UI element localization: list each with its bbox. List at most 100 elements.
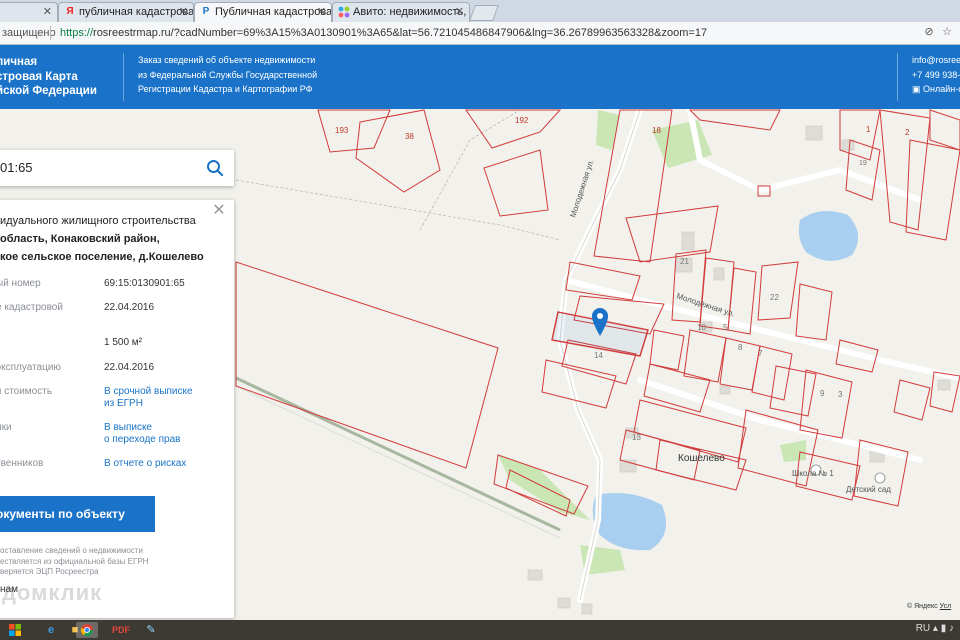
windows-taskbar: e ■ PDF ✎ RU ▴ ▮ ♪: [0, 620, 960, 640]
risk-report-link[interactable]: В отчете о рисках: [104, 458, 186, 470]
cadastral-parcel: [565, 261, 641, 301]
row-label: эксплуатацию: [0, 362, 61, 373]
object-address-line: кое сельское поселение, д.Кошелево: [0, 251, 204, 263]
pdf-icon: PDF: [112, 625, 130, 635]
map-label: 19: [859, 160, 867, 167]
browser-tab[interactable]: Авито: недвижимость, т ✕: [332, 2, 470, 22]
terms-link[interactable]: Усл: [940, 603, 952, 610]
row-value: 69:15:0130901:65: [104, 278, 185, 289]
map-building: [581, 603, 593, 615]
cadastral-search-box[interactable]: 01:65: [0, 150, 234, 186]
close-tab-icon[interactable]: ✕: [43, 3, 52, 21]
site-title[interactable]: личная стровая Карта йской Федерации: [0, 55, 97, 99]
egrn-extract-link[interactable]: В срочной выписке из ЕГРН: [104, 386, 193, 410]
close-tab-icon[interactable]: ✕: [179, 3, 188, 21]
row-label: е кадастровой: [0, 302, 63, 313]
map-label: 2: [905, 128, 910, 137]
browser-tab[interactable]: ✕: [0, 2, 58, 22]
map-label: 8: [738, 343, 743, 352]
browser-tab-active[interactable]: Р Публичная кадастрова ✕: [194, 2, 332, 22]
site-header: личная стровая Карта йской Федерации Зак…: [0, 45, 960, 109]
contact-online-label: Онлайн-о: [923, 84, 960, 94]
close-icon[interactable]: ✕: [212, 203, 226, 219]
contact-us-link[interactable]: нам: [0, 584, 18, 595]
pdf-taskbar-item[interactable]: PDF: [108, 622, 130, 638]
tab-title: Публичная кадастрова: [215, 6, 332, 18]
close-tab-icon[interactable]: ✕: [455, 3, 464, 21]
tab-title: Авито: недвижимость, т: [353, 6, 470, 18]
address-bar[interactable]: защищено https://rosreestrmap.ru/?cadNum…: [0, 22, 960, 45]
order-documents-button[interactable]: окументы по объекту: [0, 496, 155, 532]
contact-email[interactable]: info@rosrees: [912, 53, 960, 68]
map-label: 10: [697, 323, 706, 332]
close-tab-icon[interactable]: ✕: [317, 3, 326, 21]
map-label: 14: [594, 351, 603, 360]
paint-taskbar-item[interactable]: ✎: [140, 622, 162, 638]
map-label: 38: [405, 132, 414, 141]
rosreestr-icon: Р: [202, 6, 210, 17]
map-label: 22: [770, 293, 779, 302]
map-label: 18: [652, 126, 661, 135]
row-label: ики: [0, 422, 12, 433]
browser-tab[interactable]: Я публичная кадастровая ✕: [58, 2, 194, 22]
kindergarten-icon: [874, 472, 886, 484]
object-info-panel: ✕ идуального жилищного строительства обл…: [0, 200, 234, 618]
security-status[interactable]: защищено: [0, 22, 56, 44]
object-title: идуального жилищного строительства облас…: [0, 212, 204, 266]
poi-label: Школа № 1: [792, 469, 834, 478]
disclaimer-line: веряется ЭЦП Росреестра: [0, 567, 99, 576]
site-title-line: личная: [0, 56, 38, 68]
divider: [50, 26, 51, 40]
row-label: я стоимость: [0, 386, 53, 397]
map-label: 9: [820, 389, 825, 398]
row-value: 22.04.2016: [104, 302, 155, 313]
desc-line: Регистрации Кадастра и Картографии РФ: [138, 84, 313, 94]
link-line: В выписке: [104, 422, 152, 433]
paint-icon: ✎: [146, 624, 156, 636]
row-value: 1 500 м²: [104, 337, 143, 348]
bookmark-star-icon[interactable]: ☆: [940, 25, 954, 39]
village-label: Кошелево: [678, 453, 725, 464]
url-text[interactable]: https://rosreestrmap.ru/?cadNumber=69%3A…: [60, 22, 707, 44]
object-address-line: область, Конаковский район,: [0, 233, 160, 245]
ie-taskbar-item[interactable]: e: [40, 622, 62, 638]
cadastral-parcel: [757, 185, 771, 197]
attribution-text: © Яндекс: [907, 603, 938, 610]
row-value: 22.04.2016: [104, 362, 155, 373]
site-title-line: стровая Карта: [0, 70, 78, 83]
cadastral-parcel: [483, 149, 549, 217]
site-description: Заказ сведений об объекте недвижимости и…: [123, 53, 317, 101]
chrome-icon: [80, 624, 93, 637]
cadastral-parcel: [757, 261, 799, 321]
link-line: о переходе прав: [104, 434, 181, 445]
contact-phone[interactable]: +7 499 938-4: [912, 68, 960, 83]
system-tray[interactable]: RU ▴ ▮ ♪: [916, 623, 954, 634]
chat-icon: ▣: [912, 84, 924, 94]
chrome-taskbar-item[interactable]: [76, 622, 98, 638]
map-label: 1: [866, 125, 871, 134]
start-button[interactable]: [4, 622, 26, 638]
cadastral-parcel: [355, 109, 441, 193]
map-building: [719, 385, 731, 395]
object-title-line: идуального жилищного строительства: [0, 215, 196, 227]
cadastral-parcel: [905, 139, 960, 241]
contact-online[interactable]: ▣ Онлайн-о: [912, 82, 960, 97]
search-input[interactable]: 01:65: [0, 150, 33, 186]
map-label: 193: [335, 126, 349, 135]
link-line: из ЕГРН: [104, 398, 143, 409]
search-icon[interactable]: [206, 159, 224, 177]
cadastral-parcel: [235, 261, 499, 469]
row-label: ый номер: [0, 278, 41, 289]
language-indicator[interactable]: RU: [916, 623, 930, 634]
ie-icon: e: [47, 624, 55, 636]
extension-icon[interactable]: ⊘: [922, 25, 936, 39]
url-scheme: https://: [60, 27, 94, 39]
disclaimer-line: ествляется из официальной базы ЕГРН: [0, 556, 149, 566]
transfer-rights-link[interactable]: В выписке о переходе прав: [104, 422, 180, 446]
cadastral-parcel: [845, 139, 881, 201]
browser-tab-bar: ✕ Я публичная кадастровая ✕ Р Публичная …: [0, 0, 960, 23]
map-label: 7: [758, 349, 763, 358]
cadastral-parcel: [688, 109, 781, 131]
new-tab-button[interactable]: [469, 5, 499, 21]
poi-label: Детский сад: [846, 485, 891, 494]
